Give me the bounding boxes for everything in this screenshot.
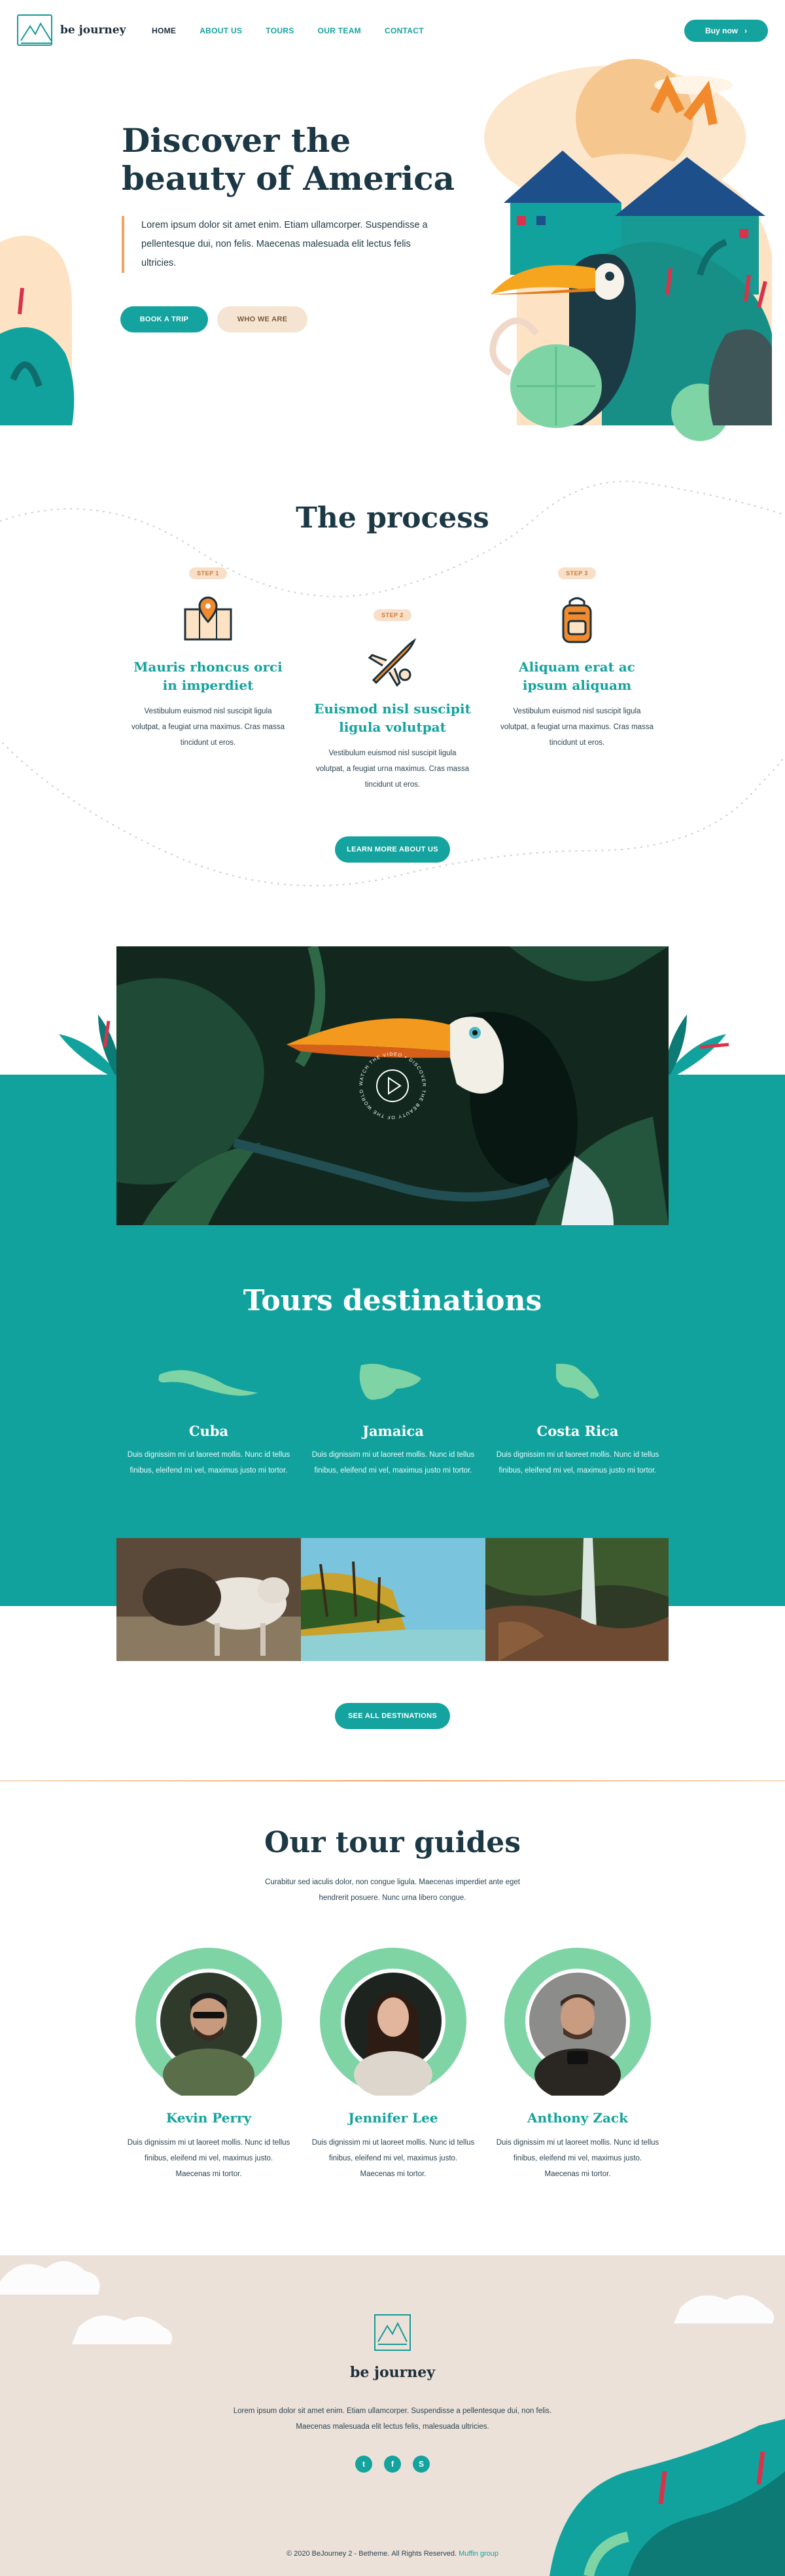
step-title: Aliquam erat ac ipsum aliquam xyxy=(519,659,635,693)
process-step-3: STEP 3 Aliquam erat ac ipsum aliquam Ves… xyxy=(498,567,655,751)
nav-tours[interactable]: TOURS xyxy=(266,26,294,35)
process-title: The process xyxy=(296,501,489,535)
photo-costa-rica[interactable] xyxy=(485,1538,669,1661)
leaf-left-decoration xyxy=(52,1008,124,1080)
video-player[interactable]: WATCH THE VIDEO • DISCOVER THE BEAUTY OF… xyxy=(116,946,669,1225)
guide-name: Jennifer Lee xyxy=(348,2110,438,2126)
destination-text: Duis dignissim mi ut laoreet mollis. Nun… xyxy=(496,1451,659,1475)
destination-costa-rica[interactable]: Costa Rica Duis dignissim mi ut laoreet … xyxy=(496,1361,659,1478)
hero-description: Lorem ipsum dolor sit amet enim. Etiam u… xyxy=(122,216,429,273)
footer-logo-icon xyxy=(374,2314,411,2351)
guides-subtitle: Curabitur sed iaculis dolor, non congue … xyxy=(265,1878,520,1902)
footer-copyright: © 2020 BeJourney 2 - Bethemе. All Rights… xyxy=(0,2550,785,2558)
destination-text: Duis dignissim mi ut laoreet mollis. Nun… xyxy=(311,1451,475,1475)
brand-logo[interactable]: be journey xyxy=(17,14,126,46)
step-title: Mauris rhoncus orci in imperdiet xyxy=(133,659,283,693)
costa-rica-map-icon xyxy=(496,1361,659,1407)
play-ring[interactable]: WATCH THE VIDEO • DISCOVER THE BEAUTY OF… xyxy=(352,1042,432,1125)
footer-description: Lorem ipsum dolor sit amet enim. Etiam u… xyxy=(233,2407,552,2431)
chevron-right-icon: › xyxy=(744,26,747,35)
hero-left-illustration xyxy=(0,216,78,425)
hero-title-line2: beauty of America xyxy=(122,159,455,198)
learn-more-button[interactable]: LEARN MORE ABOUT US xyxy=(335,836,450,863)
step-text: Vestibulum euismod nisl suscipit ligula … xyxy=(500,707,654,747)
avatar xyxy=(134,1946,283,2101)
credit-link[interactable]: Muffin group xyxy=(459,2550,498,2558)
see-all-destinations-button[interactable]: SEE ALL DESTINATIONS xyxy=(335,1703,450,1729)
destination-jamaica[interactable]: Jamaica Duis dignissim mi ut laoreet mol… xyxy=(311,1361,475,1478)
nav-about-us[interactable]: ABOUT US xyxy=(200,26,242,35)
play-circle xyxy=(376,1069,409,1102)
footer-brand-name: be journey xyxy=(349,2364,436,2381)
photo-jamaica[interactable] xyxy=(301,1538,485,1661)
hero-title-line1: Discover the xyxy=(122,121,351,160)
guide-jennifer-lee[interactable]: Jennifer Lee Duis dignissim mi ut laoree… xyxy=(311,1946,475,2182)
site-header: be journey HOME ABOUT US TOURS OUR TEAM … xyxy=(0,0,785,60)
process-step-2: STEP 2 Euismod nisl suscipit ligula volu… xyxy=(314,609,471,793)
nav-contact[interactable]: CONTACT xyxy=(385,26,424,35)
buy-now-button[interactable]: Buy now › xyxy=(684,20,768,42)
brand-name: be journey xyxy=(60,24,126,37)
nav-our-team[interactable]: OUR TEAM xyxy=(318,26,361,35)
cuba-map-icon xyxy=(127,1361,290,1407)
destination-text: Duis dignissim mi ut laoreet mollis. Nun… xyxy=(127,1451,290,1475)
avatar xyxy=(319,1946,468,2098)
twitter-icon[interactable]: t xyxy=(355,2456,372,2473)
hero-illustration xyxy=(419,59,785,452)
step-badge: STEP 2 xyxy=(374,609,411,621)
process-step-1: STEP 1 Mauris rhoncus orci in imperdiet … xyxy=(130,567,287,751)
step-badge: STEP 3 xyxy=(558,567,596,579)
guide-text: Duis dignissim mi ut laoreet mollis. Nun… xyxy=(496,2139,659,2178)
svg-text:WATCH THE VIDEO • DISCOVER THE: WATCH THE VIDEO • DISCOVER THE BEAUTY OF… xyxy=(353,1046,427,1120)
facebook-icon[interactable]: f xyxy=(384,2456,401,2473)
video-ring-text: WATCH THE VIDEO • DISCOVER THE BEAUTY OF… xyxy=(352,1042,427,1120)
backpack-icon xyxy=(549,592,605,649)
destination-name: Cuba xyxy=(188,1423,229,1439)
leaf-right-decoration xyxy=(661,1008,733,1080)
buy-now-label: Buy now xyxy=(705,26,738,35)
photo-cuba[interactable] xyxy=(116,1538,301,1661)
play-icon xyxy=(388,1077,402,1095)
guide-name: Anthony Zack xyxy=(527,2110,628,2126)
destination-name: Jamaica xyxy=(362,1423,424,1439)
who-we-are-button[interactable]: WHO WE ARE xyxy=(217,306,307,332)
guide-text: Duis dignissim mi ut laoreet mollis. Nun… xyxy=(127,2139,290,2178)
destinations-title: Tours destinations xyxy=(243,1284,542,1317)
avatar xyxy=(503,1946,652,2101)
nav-home[interactable]: HOME xyxy=(152,26,176,35)
main-nav: HOME ABOUT US TOURS OUR TEAM CONTACT xyxy=(152,26,424,35)
guide-kevin-perry[interactable]: Kevin Perry Duis dignissim mi ut laoreet… xyxy=(127,1946,290,2182)
guides-title: Our tour guides xyxy=(264,1826,521,1859)
guide-text: Duis dignissim mi ut laoreet mollis. Nun… xyxy=(311,2139,475,2178)
guide-anthony-zack[interactable]: Anthony Zack Duis dignissim mi ut laoree… xyxy=(496,1946,659,2182)
step-title: Euismod nisl suscipit ligula volutpat xyxy=(314,701,471,735)
guide-name: Kevin Perry xyxy=(166,2110,252,2126)
destination-name: Costa Rica xyxy=(536,1423,619,1439)
hero-title: Discover the beauty of America xyxy=(122,122,462,198)
section-divider xyxy=(0,1780,785,1781)
step-text: Vestibulum euismod nisl suscipit ligula … xyxy=(131,707,285,747)
book-trip-button[interactable]: BOOK A TRIP xyxy=(120,306,208,332)
mountain-logo-icon xyxy=(17,14,52,46)
map-pin-icon xyxy=(180,592,236,649)
skype-icon[interactable]: S xyxy=(413,2456,430,2473)
copyright-text: © 2020 BeJourney 2 - Bethemе. All Rights… xyxy=(286,2550,457,2558)
site-footer: be journey Lorem ipsum dolor sit amet en… xyxy=(0,2255,785,2576)
airplane-icon xyxy=(364,634,421,690)
step-text: Vestibulum euismod nisl suscipit ligula … xyxy=(316,749,469,789)
footer-social: t f S xyxy=(353,2456,432,2473)
jamaica-map-icon xyxy=(311,1361,475,1407)
step-badge: STEP 1 xyxy=(189,567,227,579)
destination-cuba[interactable]: Cuba Duis dignissim mi ut laoreet mollis… xyxy=(127,1361,290,1478)
